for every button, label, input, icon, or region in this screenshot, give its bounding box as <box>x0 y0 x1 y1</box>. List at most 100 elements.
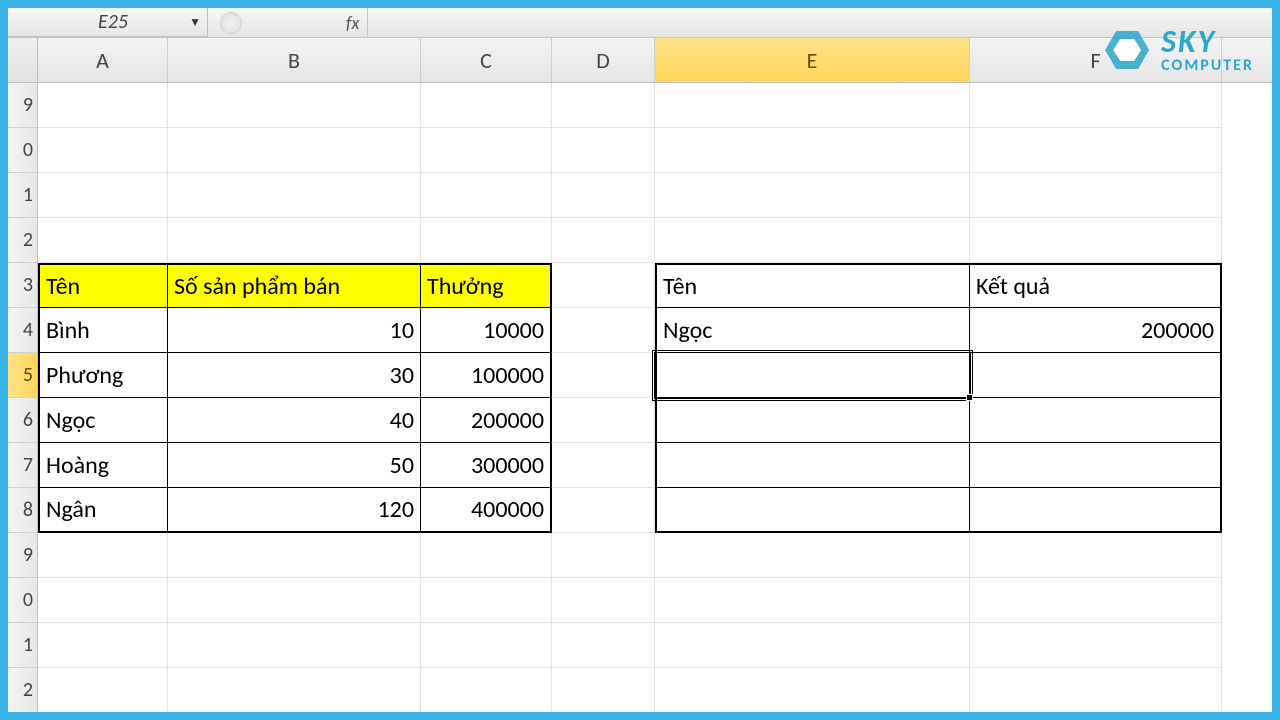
cell[interactable] <box>168 83 421 128</box>
cell[interactable] <box>421 83 552 128</box>
table1-cell[interactable]: Hoàng <box>38 443 168 488</box>
cell[interactable] <box>38 578 168 623</box>
cell[interactable] <box>38 533 168 578</box>
cell[interactable] <box>552 218 655 263</box>
table1-cell[interactable]: Ngân <box>38 488 168 533</box>
cell[interactable] <box>421 218 552 263</box>
cell[interactable] <box>552 578 655 623</box>
cell[interactable] <box>970 83 1222 128</box>
cell[interactable] <box>970 218 1222 263</box>
table2-header-name[interactable]: Tên <box>655 263 970 308</box>
row-header[interactable]: 6 <box>8 398 37 443</box>
active-cell-e25[interactable] <box>655 353 970 398</box>
row-header[interactable]: 9 <box>8 533 37 578</box>
table1-cell[interactable]: 40 <box>168 398 421 443</box>
cell[interactable] <box>38 668 168 712</box>
cell[interactable] <box>552 623 655 668</box>
row-header[interactable]: 2 <box>8 218 37 263</box>
cell[interactable] <box>552 83 655 128</box>
cell[interactable] <box>552 443 655 488</box>
table2-cell[interactable] <box>970 443 1222 488</box>
cell[interactable] <box>552 263 655 308</box>
col-header[interactable]: A <box>38 38 168 82</box>
table1-cell[interactable]: 10 <box>168 308 421 353</box>
cell[interactable] <box>168 218 421 263</box>
cell[interactable] <box>168 623 421 668</box>
table1-cell[interactable]: 100000 <box>421 353 552 398</box>
table1-cell[interactable]: 400000 <box>421 488 552 533</box>
table2-cell[interactable] <box>655 398 970 443</box>
table2-cell[interactable] <box>655 488 970 533</box>
cell[interactable] <box>655 128 970 173</box>
row-header[interactable]: 0 <box>8 578 37 623</box>
cell[interactable] <box>421 578 552 623</box>
cell[interactable] <box>421 128 552 173</box>
col-header[interactable]: F <box>970 38 1222 82</box>
cell[interactable] <box>168 533 421 578</box>
worksheet[interactable]: 9 0 1 2 3 4 5 6 7 8 9 0 1 2 A B C D E F <box>8 38 1272 712</box>
cell[interactable] <box>168 173 421 218</box>
cell[interactable] <box>421 668 552 712</box>
cell[interactable] <box>38 173 168 218</box>
cell[interactable] <box>970 173 1222 218</box>
table1-cell[interactable]: Phương <box>38 353 168 398</box>
cell[interactable] <box>655 173 970 218</box>
table2-cell[interactable]: 200000 <box>970 308 1222 353</box>
cell[interactable] <box>552 128 655 173</box>
cell[interactable] <box>552 668 655 712</box>
table2-cell[interactable] <box>655 443 970 488</box>
row-header[interactable]: 4 <box>8 308 37 353</box>
cell[interactable] <box>655 533 970 578</box>
table1-cell[interactable]: 300000 <box>421 443 552 488</box>
row-header[interactable]: 0 <box>8 128 37 173</box>
table1-cell[interactable]: 30 <box>168 353 421 398</box>
cell[interactable] <box>38 128 168 173</box>
table1-header-bonus[interactable]: Thưởng <box>421 263 552 308</box>
row-header[interactable]: 8 <box>8 488 37 533</box>
cell[interactable] <box>970 623 1222 668</box>
cell[interactable] <box>38 83 168 128</box>
table1-cell[interactable]: Bình <box>38 308 168 353</box>
cell[interactable] <box>168 578 421 623</box>
row-header[interactable]: 1 <box>8 623 37 668</box>
cell[interactable] <box>421 533 552 578</box>
table2-header-result[interactable]: Kết quả <box>970 263 1222 308</box>
row-header[interactable]: 3 <box>8 263 37 308</box>
cell[interactable] <box>970 533 1222 578</box>
col-header-active[interactable]: E <box>655 38 970 82</box>
table1-cell[interactable]: 120 <box>168 488 421 533</box>
cell[interactable] <box>655 623 970 668</box>
cell[interactable] <box>552 308 655 353</box>
col-header[interactable]: B <box>168 38 421 82</box>
cell[interactable] <box>421 173 552 218</box>
table2-cell[interactable] <box>970 488 1222 533</box>
cell[interactable] <box>552 398 655 443</box>
fx-label[interactable]: fx <box>338 8 368 37</box>
cell[interactable] <box>970 668 1222 712</box>
table1-header-name[interactable]: Tên <box>38 263 168 308</box>
cell[interactable] <box>552 353 655 398</box>
cell[interactable] <box>655 668 970 712</box>
cell[interactable] <box>655 578 970 623</box>
cell[interactable] <box>970 578 1222 623</box>
col-header[interactable]: D <box>552 38 655 82</box>
table1-cell[interactable]: 10000 <box>421 308 552 353</box>
cell[interactable] <box>552 488 655 533</box>
cell[interactable] <box>421 623 552 668</box>
name-box[interactable]: E25 ▼ <box>8 8 208 37</box>
row-header[interactable]: 1 <box>8 173 37 218</box>
table2-cell[interactable]: Ngọc <box>655 308 970 353</box>
chevron-down-icon[interactable]: ▼ <box>189 15 201 30</box>
row-header[interactable]: 7 <box>8 443 37 488</box>
cell[interactable] <box>168 128 421 173</box>
select-all-corner[interactable] <box>8 38 37 83</box>
table2-cell[interactable] <box>970 398 1222 443</box>
cell[interactable] <box>655 83 970 128</box>
table1-cell[interactable]: Ngọc <box>38 398 168 443</box>
cell[interactable] <box>970 128 1222 173</box>
table1-cell[interactable]: 50 <box>168 443 421 488</box>
cell[interactable] <box>655 218 970 263</box>
row-header[interactable]: 9 <box>8 83 37 128</box>
col-header[interactable]: C <box>421 38 552 82</box>
cell[interactable] <box>168 668 421 712</box>
